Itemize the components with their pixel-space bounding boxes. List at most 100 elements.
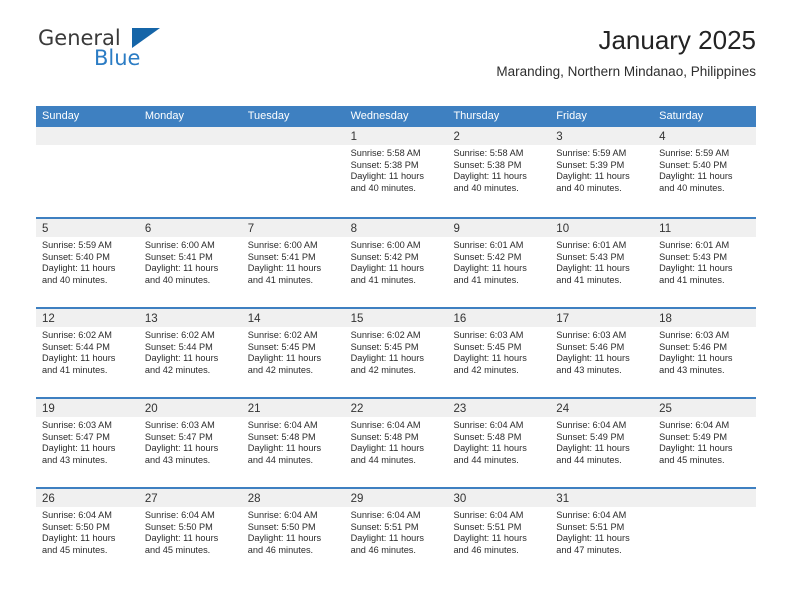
calendar-day-cell[interactable]: 21 Sunrise: 6:04 AM Sunset: 5:48 PM Dayligh… bbox=[241, 399, 345, 487]
calendar-day-cell[interactable]: 24 Sunrise: 6:04 AM Sunset: 5:49 PM Dayligh… bbox=[550, 399, 654, 487]
calendar-day-cell[interactable]: 28 Sunrise: 6:04 AM Sunset: 5:50 PM Dayligh… bbox=[241, 489, 345, 577]
calendar-day-cell[interactable]: 4 Sunrise: 5:59 AM Sunset: 5:40 PM Daylight… bbox=[653, 127, 757, 217]
day-number-band: 21 bbox=[241, 399, 345, 417]
calendar-day-cell[interactable]: 10 Sunrise: 6:01 AM Sunset: 5:43 PM Dayligh… bbox=[550, 219, 654, 307]
sunset-text: Sunset: 5:51 PM bbox=[453, 521, 522, 532]
calendar-day-cell[interactable]: 31 Sunrise: 6:04 AM Sunset: 5:51 PM Dayligh… bbox=[550, 489, 654, 577]
day-number-band: 7 bbox=[241, 219, 345, 237]
calendar-day-cell[interactable]: 20 Sunrise: 6:03 AM Sunset: 5:47 PM Dayligh… bbox=[138, 399, 242, 487]
daylight-text-line2: and 42 minutes. bbox=[453, 365, 519, 376]
calendar-day-cell[interactable]: 9 Sunrise: 6:01 AM Sunset: 5:42 PM Daylight… bbox=[447, 219, 551, 307]
calendar-day-cell[interactable]: 1 Sunrise: 5:58 AM Sunset: 5:38 PM Daylight… bbox=[344, 127, 448, 217]
daylight-text-line1: Daylight: 11 hours bbox=[453, 171, 527, 182]
sunrise-text: Sunrise: 6:04 AM bbox=[350, 420, 421, 430]
day-number-band: 22 bbox=[344, 399, 448, 417]
calendar-day-cell[interactable]: 15 Sunrise: 6:02 AM Sunset: 5:45 PM Dayligh… bbox=[344, 309, 448, 397]
day-sun-info: Sunrise: 6:02 AM Sunset: 5:45 PM Daylight:… bbox=[345, 327, 448, 377]
calendar-day-cell[interactable]: 6 Sunrise: 6:00 AM Sunset: 5:41 PM Daylight… bbox=[138, 219, 242, 307]
calendar-day-cell[interactable]: 30 Sunrise: 6:04 AM Sunset: 5:51 PM Dayligh… bbox=[447, 489, 551, 577]
sunrise-text: Sunrise: 6:04 AM bbox=[42, 510, 112, 520]
sunset-text: Sunset: 5:38 PM bbox=[453, 159, 522, 170]
day-sun-info: Sunrise: 5:59 AM Sunset: 5:40 PM Daylight:… bbox=[653, 145, 756, 195]
calendar-day-cell[interactable]: 18 Sunrise: 6:03 AM Sunset: 5:46 PM Dayligh… bbox=[653, 309, 757, 397]
day-number-band: 8 bbox=[344, 219, 448, 237]
calendar-day-cell[interactable]: 8 Sunrise: 6:00 AM Sunset: 5:42 PM Daylight… bbox=[344, 219, 448, 307]
calendar-week-row: 5 Sunrise: 5:59 AM Sunset: 5:40 PM Daylight… bbox=[36, 217, 757, 307]
daylight-text-line2: and 44 minutes. bbox=[247, 455, 314, 466]
day-sun-info: Sunrise: 6:03 AM Sunset: 5:46 PM Daylight:… bbox=[653, 327, 756, 377]
daylight-text-line2: and 41 minutes. bbox=[453, 275, 519, 286]
generalblue-logo[interactable]: General Blue bbox=[36, 26, 266, 78]
day-number-band: 29 bbox=[344, 489, 448, 507]
day-number: 14 bbox=[247, 313, 261, 325]
sunrise-text: Sunrise: 6:04 AM bbox=[247, 510, 318, 520]
daylight-text-line1: Daylight: 11 hours bbox=[453, 263, 527, 274]
sunrise-text: Sunrise: 6:04 AM bbox=[247, 420, 318, 430]
weekday-header-friday: Friday bbox=[556, 110, 587, 122]
calendar-day-cell[interactable]: 22 Sunrise: 6:04 AM Sunset: 5:48 PM Dayligh… bbox=[344, 399, 448, 487]
page-title: January 2025 bbox=[598, 25, 756, 55]
sunrise-text: Sunrise: 6:03 AM bbox=[42, 420, 112, 430]
day-sun-info: Sunrise: 6:04 AM Sunset: 5:50 PM Daylight:… bbox=[242, 507, 345, 557]
sunrise-text: Sunrise: 6:04 AM bbox=[453, 420, 524, 430]
title-block: January 2025 Maranding, Northern Mindana… bbox=[496, 24, 756, 80]
sunset-text: Sunset: 5:51 PM bbox=[556, 521, 625, 532]
daylight-text-line1: Daylight: 11 hours bbox=[247, 443, 322, 454]
daylight-text-line1: Daylight: 11 hours bbox=[350, 533, 424, 544]
sunrise-text: Sunrise: 6:01 AM bbox=[659, 240, 730, 250]
daylight-text-line2: and 40 minutes. bbox=[144, 275, 211, 286]
day-sun-info: Sunrise: 5:59 AM Sunset: 5:40 PM Daylight:… bbox=[36, 237, 139, 287]
calendar-day-cell[interactable]: 7 Sunrise: 6:00 AM Sunset: 5:41 PM Daylight… bbox=[241, 219, 345, 307]
logo-text-blue: Blue bbox=[94, 46, 141, 70]
daylight-text-line2: and 43 minutes. bbox=[144, 455, 211, 466]
day-number: 11 bbox=[659, 223, 672, 235]
daylight-text-line1: Daylight: 11 hours bbox=[144, 533, 219, 544]
daylight-text-line1: Daylight: 11 hours bbox=[659, 263, 733, 274]
day-number: 2 bbox=[453, 131, 460, 143]
calendar-day-cell[interactable]: 11 Sunrise: 6:01 AM Sunset: 5:43 PM Dayligh… bbox=[653, 219, 757, 307]
day-sun-info: Sunrise: 5:59 AM Sunset: 5:39 PM Daylight:… bbox=[550, 145, 653, 195]
daylight-text-line2: and 46 minutes. bbox=[453, 545, 519, 556]
calendar-day-cell[interactable]: 27 Sunrise: 6:04 AM Sunset: 5:50 PM Dayligh… bbox=[138, 489, 242, 577]
calendar-day-cell[interactable]: 16 Sunrise: 6:03 AM Sunset: 5:45 PM Dayligh… bbox=[447, 309, 551, 397]
daylight-text-line1: Daylight: 11 hours bbox=[247, 533, 322, 544]
calendar-day-cell[interactable]: 12 Sunrise: 6:02 AM Sunset: 5:44 PM Dayligh… bbox=[36, 309, 139, 397]
day-number-band: 4 bbox=[653, 127, 757, 145]
daylight-text-line1: Daylight: 11 hours bbox=[453, 443, 527, 454]
sunset-text: Sunset: 5:49 PM bbox=[556, 431, 625, 442]
calendar-week-row: 26 Sunrise: 6:04 AM Sunset: 5:50 PM Dayligh… bbox=[36, 487, 757, 577]
daylight-text-line2: and 47 minutes. bbox=[556, 545, 622, 556]
calendar-day-cell[interactable]: 29 Sunrise: 6:04 AM Sunset: 5:51 PM Dayligh… bbox=[344, 489, 448, 577]
sunrise-text: Sunrise: 6:04 AM bbox=[350, 510, 421, 520]
day-sun-info: Sunrise: 6:04 AM Sunset: 5:50 PM Daylight:… bbox=[139, 507, 242, 557]
calendar-day-cell[interactable]: 2 Sunrise: 5:58 AM Sunset: 5:38 PM Daylight… bbox=[447, 127, 551, 217]
day-sun-info: Sunrise: 6:01 AM Sunset: 5:42 PM Daylight:… bbox=[447, 237, 550, 287]
daylight-text-line2: and 46 minutes. bbox=[350, 545, 416, 556]
sunrise-text: Sunrise: 6:01 AM bbox=[453, 240, 524, 250]
weekday-header-row: Sunday Monday Tuesday Wednesday Thursday Frid… bbox=[36, 106, 756, 127]
day-number: 25 bbox=[659, 403, 672, 415]
day-sun-info: Sunrise: 6:02 AM Sunset: 5:45 PM Daylight:… bbox=[242, 327, 345, 377]
calendar-day-cell[interactable]: 3 Sunrise: 5:59 AM Sunset: 5:39 PM Daylight… bbox=[550, 127, 654, 217]
calendar-weeks: 1 Sunrise: 5:58 AM Sunset: 5:38 PM Daylight… bbox=[36, 127, 757, 577]
calendar-day-cell[interactable]: 26 Sunrise: 6:04 AM Sunset: 5:50 PM Dayligh… bbox=[36, 489, 139, 577]
sunset-text: Sunset: 5:48 PM bbox=[247, 431, 316, 442]
calendar-day-cell[interactable]: 14 Sunrise: 6:02 AM Sunset: 5:45 PM Dayligh… bbox=[241, 309, 345, 397]
calendar-day-cell[interactable]: 23 Sunrise: 6:04 AM Sunset: 5:48 PM Dayligh… bbox=[447, 399, 551, 487]
sunset-text: Sunset: 5:45 PM bbox=[247, 341, 316, 352]
day-sun-info: Sunrise: 6:00 AM Sunset: 5:41 PM Daylight:… bbox=[242, 237, 345, 287]
calendar-day-cell[interactable]: 25 Sunrise: 6:04 AM Sunset: 5:49 PM Dayligh… bbox=[653, 399, 757, 487]
sunrise-text: Sunrise: 6:00 AM bbox=[350, 240, 421, 250]
day-number: 16 bbox=[453, 313, 467, 325]
sunset-text: Sunset: 5:48 PM bbox=[453, 431, 522, 442]
sunrise-text: Sunrise: 5:59 AM bbox=[556, 148, 627, 158]
logo-triangle-icon bbox=[132, 28, 160, 48]
sunrise-text: Sunrise: 5:59 AM bbox=[659, 148, 730, 158]
day-number: 7 bbox=[247, 223, 255, 235]
calendar-day-cell[interactable]: 17 Sunrise: 6:03 AM Sunset: 5:46 PM Dayligh… bbox=[550, 309, 654, 397]
calendar-day-cell[interactable]: 19 Sunrise: 6:03 AM Sunset: 5:47 PM Dayligh… bbox=[36, 399, 139, 487]
daylight-text-line2: and 42 minutes. bbox=[350, 365, 416, 376]
day-number: 9 bbox=[453, 223, 460, 235]
calendar-day-cell[interactable]: 13 Sunrise: 6:02 AM Sunset: 5:44 PM Dayligh… bbox=[138, 309, 242, 397]
calendar-day-cell[interactable]: 5 Sunrise: 5:59 AM Sunset: 5:40 PM Daylight… bbox=[36, 219, 139, 307]
